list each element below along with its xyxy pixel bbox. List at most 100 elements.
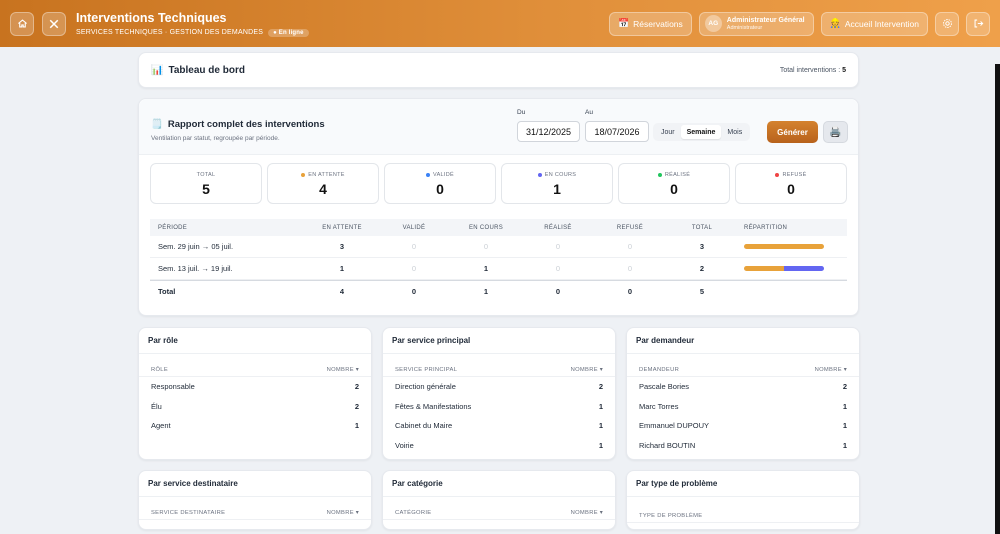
value-cell: 0 bbox=[627, 264, 633, 273]
from-date-input[interactable]: 31/12/2025 bbox=[517, 121, 580, 142]
stat-label: EN COURS bbox=[502, 172, 612, 178]
item-count: 2 bbox=[598, 382, 603, 392]
list-item: Voirie 1 bbox=[383, 436, 615, 456]
item-label: Direction générale bbox=[395, 382, 456, 392]
total-label: Total bbox=[158, 287, 176, 296]
total-cell: 1 bbox=[483, 287, 489, 296]
value-cell: 0 bbox=[411, 264, 417, 273]
sort-header[interactable]: NOMBRE ▾ bbox=[571, 510, 603, 516]
period-cell: Sem. 29 juin → 05 juil. bbox=[158, 242, 234, 251]
list-item: Marc Torres 1 bbox=[627, 397, 859, 417]
status-dot-icon bbox=[426, 173, 431, 177]
bar-segment-attente bbox=[744, 266, 784, 271]
table-header: TOTAL bbox=[691, 224, 713, 231]
list-item: Richard BOUTIN 1 bbox=[627, 436, 859, 456]
bar-segment-encours bbox=[784, 266, 824, 271]
tools-icon bbox=[49, 19, 59, 28]
dashboard-card: 📊 Tableau de bord Total interventions : 5 bbox=[138, 52, 859, 88]
stat-label: EN ATTENTE bbox=[268, 172, 378, 178]
table-header: RÉPARTITION bbox=[744, 224, 788, 231]
total-row: Total 4 0 1 0 0 5 bbox=[150, 280, 847, 302]
total-label: Total interventions : bbox=[779, 66, 841, 74]
to-label: Au bbox=[585, 109, 593, 116]
item-count: 1 bbox=[842, 401, 847, 411]
dashboard-title: Tableau de bord bbox=[168, 64, 245, 76]
logout-button[interactable] bbox=[966, 11, 990, 36]
chart-icon: 📊 bbox=[151, 64, 164, 76]
sort-header[interactable]: NOMBRE ▾ bbox=[327, 510, 359, 516]
item-label: Pascale Bories bbox=[639, 382, 690, 392]
user-name: Administrateur Général bbox=[726, 16, 805, 24]
bar-segment-attente bbox=[744, 244, 824, 249]
stat-label: TOTAL bbox=[196, 172, 216, 178]
sort-header[interactable]: NOMBRE ▾ bbox=[327, 367, 359, 373]
home-icon bbox=[17, 19, 27, 28]
period-day[interactable]: Jour bbox=[655, 125, 681, 139]
by-requester-card: Par demandeur DEMANDEUR NOMBRE ▾ Pascale … bbox=[626, 327, 860, 460]
user-role: Administrateur bbox=[726, 24, 763, 31]
report-subtitle: Ventilation par statut, regroupée par pé… bbox=[151, 135, 280, 142]
item-count: 2 bbox=[842, 382, 847, 392]
status-dot-icon bbox=[775, 173, 780, 177]
tools-logo bbox=[42, 11, 66, 36]
to-date-input[interactable]: 18/07/2026 bbox=[585, 121, 649, 142]
col-header: TYPE DE PROBLÈME bbox=[639, 513, 703, 519]
by-type-title: Par type de problème bbox=[627, 471, 859, 497]
period-week[interactable]: Semaine bbox=[680, 125, 722, 139]
status-dot-icon bbox=[657, 173, 662, 177]
value-cell: 0 bbox=[627, 242, 633, 251]
user-menu[interactable]: AG Administrateur Général Administrateur bbox=[698, 11, 814, 36]
period-month[interactable]: Mois bbox=[721, 125, 748, 139]
item-count: 1 bbox=[842, 421, 847, 431]
total-cell: 0 bbox=[411, 287, 417, 296]
value-cell: 0 bbox=[555, 264, 561, 273]
report-card: 🗒️ Rapport complet des interventions Vent… bbox=[138, 98, 859, 316]
col-header: DEMANDEUR bbox=[639, 367, 680, 373]
calendar-icon: 📅 bbox=[617, 18, 630, 28]
stat-label: REFUSÉ bbox=[736, 172, 846, 178]
logout-icon bbox=[974, 19, 983, 28]
list-item: Pascale Bories 2 bbox=[627, 377, 859, 397]
by-category-title: Par catégorie bbox=[383, 471, 615, 497]
reservations-button[interactable]: 📅 Réservations bbox=[608, 11, 692, 36]
stat-label: RÉALISÉ bbox=[619, 172, 729, 178]
item-label: Responsable bbox=[151, 382, 195, 392]
by-type-card: Par type de problème TYPE DE PROBLÈME bbox=[626, 470, 860, 530]
sort-header[interactable]: NOMBRE ▾ bbox=[571, 367, 603, 373]
stat-value: 4 bbox=[319, 181, 327, 197]
worker-icon: 👷 bbox=[829, 18, 841, 28]
col-header: SERVICE DESTINATAIRE bbox=[151, 510, 226, 516]
table-header: RÉALISÉ bbox=[544, 224, 572, 231]
sort-header[interactable]: NOMBRE ▾ bbox=[815, 367, 847, 373]
from-label: Du bbox=[517, 109, 526, 116]
list-item: Fêtes & Manifestations 1 bbox=[383, 397, 615, 417]
print-button[interactable]: 🖨️ bbox=[823, 121, 848, 143]
scrollbar[interactable] bbox=[995, 64, 1000, 534]
generate-button[interactable]: Générer bbox=[767, 121, 818, 143]
stat-value: 0 bbox=[436, 181, 444, 197]
stat-card: EN ATTENTE 4 bbox=[267, 163, 379, 204]
list-item: Élu 2 bbox=[139, 397, 371, 417]
item-label: Richard BOUTIN bbox=[639, 440, 696, 450]
item-label: Voirie bbox=[395, 440, 414, 450]
by-service-card: Par service principal SERVICE PRINCIPAL N… bbox=[382, 327, 616, 460]
list-item: Emmanuel DUPOUY 1 bbox=[627, 416, 859, 436]
stat-label: VALIDÉ bbox=[385, 172, 495, 178]
home-intervention-label: Accueil Intervention bbox=[844, 18, 919, 29]
printer-icon: 🖨️ bbox=[829, 126, 842, 138]
app-header: Interventions Techniques SERVICES TECHNI… bbox=[0, 0, 1000, 47]
item-count: 1 bbox=[598, 421, 603, 431]
home-intervention-button[interactable]: 👷 Accueil Intervention bbox=[820, 11, 928, 36]
item-count: 2 bbox=[354, 401, 359, 411]
status-dot-icon bbox=[301, 173, 306, 177]
online-badge: ● En ligne bbox=[268, 28, 309, 37]
col-header: RÔLE bbox=[151, 367, 168, 373]
item-label: Élu bbox=[151, 401, 162, 411]
report-table: PÉRIODE EN ATTENTE VALIDÉ EN COURS RÉALISÉ RE… bbox=[150, 219, 847, 302]
by-dest-card: Par service destinataire SERVICE DESTINA… bbox=[138, 470, 372, 530]
settings-button[interactable] bbox=[935, 11, 959, 36]
item-count: 1 bbox=[842, 440, 847, 450]
home-button[interactable] bbox=[10, 11, 34, 36]
item-label: Agent bbox=[151, 421, 171, 431]
stat-value: 1 bbox=[553, 181, 561, 197]
